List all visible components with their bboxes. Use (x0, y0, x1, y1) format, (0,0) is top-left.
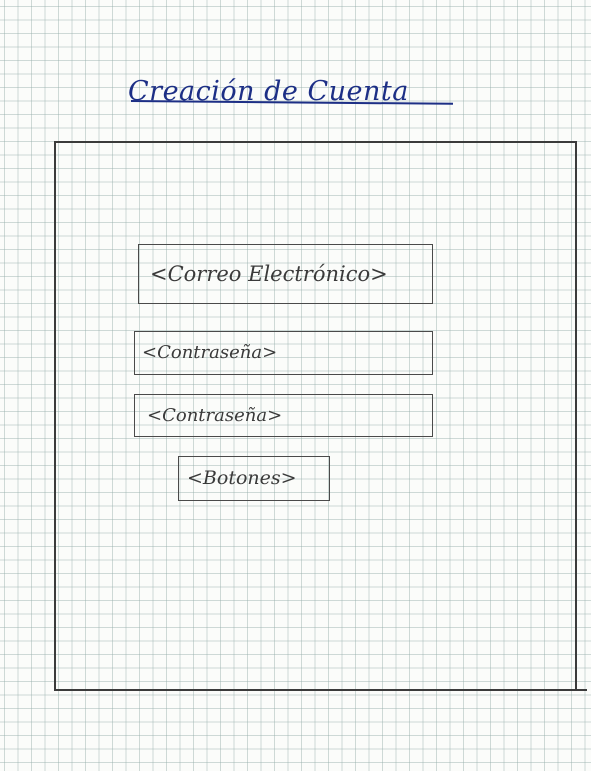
confirm-password-field[interactable]: <Contraseña> (134, 394, 433, 437)
buttons-placeholder[interactable]: <Botones> (178, 456, 330, 501)
frame-bottom-stroke (54, 689, 587, 691)
password-field[interactable]: <Contraseña> (134, 331, 433, 375)
page-title: Creación de Cuenta (128, 76, 409, 107)
email-field[interactable]: <Correo Electrónico> (138, 244, 433, 304)
